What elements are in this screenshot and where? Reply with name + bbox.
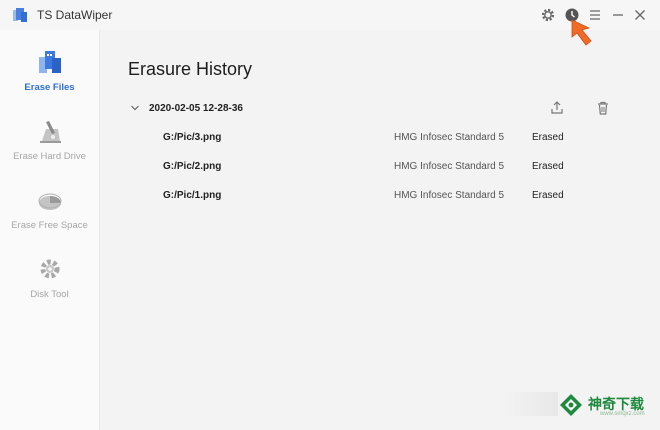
- watermark-subtext: www.smqxz.com: [600, 411, 645, 417]
- page-title: Erasure History: [128, 59, 253, 79]
- disk-tool-icon: [40, 259, 60, 279]
- main-panel: Erasure History 2020-02-05 12-28-36 G:/P…: [100, 30, 660, 430]
- chevron-down-icon[interactable]: [130, 103, 140, 113]
- app-logo-icon: [13, 8, 27, 22]
- file-path: G:/Pic/1.png: [163, 190, 222, 201]
- file-path: G:/Pic/2.png: [163, 161, 222, 172]
- erase-standard: HMG Infosec Standard 5: [394, 161, 505, 172]
- sidebar-item-label: Erase Free Space: [11, 220, 88, 231]
- close-icon[interactable]: [631, 6, 649, 24]
- sidebar-item-erase-files[interactable]: Erase Files: [0, 48, 99, 110]
- watermark: 神奇下载 www.smqxz.com: [502, 388, 657, 422]
- title-bar: TS DataWiper: [0, 0, 660, 30]
- table-row[interactable]: G:/Pic/3.png HMG Infosec Standard 5 Eras…: [100, 129, 660, 149]
- gear-icon[interactable]: [539, 6, 557, 24]
- erase-files-icon: [39, 51, 61, 73]
- history-session-row[interactable]: 2020-02-05 12-28-36: [130, 100, 630, 120]
- table-row[interactable]: G:/Pic/2.png HMG Infosec Standard 5 Eras…: [100, 158, 660, 178]
- export-icon[interactable]: [550, 100, 564, 116]
- sidebar-item-erase-hard-drive[interactable]: Erase Hard Drive: [0, 117, 99, 179]
- minimize-icon[interactable]: [609, 6, 627, 24]
- file-path: G:/Pic/3.png: [163, 132, 222, 143]
- sidebar-item-disk-tool[interactable]: Disk Tool: [0, 255, 99, 317]
- watermark-logo-icon: [560, 394, 582, 416]
- app-title: TS DataWiper: [37, 8, 113, 22]
- sidebar-item-label: Erase Hard Drive: [13, 151, 86, 162]
- sidebar: Erase Files Erase Hard Drive Erase Free …: [0, 30, 100, 430]
- watermark-fade: [502, 392, 558, 416]
- status-text: Erased: [532, 190, 564, 201]
- sidebar-item-label: Erase Files: [24, 82, 75, 93]
- erase-free-space-icon: [38, 193, 62, 210]
- sidebar-item-erase-free-space[interactable]: Erase Free Space: [0, 186, 99, 248]
- status-text: Erased: [532, 161, 564, 172]
- sidebar-item-label: Disk Tool: [30, 289, 69, 300]
- pointer-arrow-icon: [571, 19, 592, 46]
- erase-standard: HMG Infosec Standard 5: [394, 190, 505, 201]
- status-text: Erased: [532, 132, 564, 143]
- erase-hard-drive-icon: [40, 121, 61, 143]
- table-row[interactable]: G:/Pic/1.png HMG Infosec Standard 5 Eras…: [100, 187, 660, 207]
- trash-icon[interactable]: [596, 100, 610, 116]
- erase-standard: HMG Infosec Standard 5: [394, 132, 505, 143]
- session-date: 2020-02-05 12-28-36: [149, 103, 243, 114]
